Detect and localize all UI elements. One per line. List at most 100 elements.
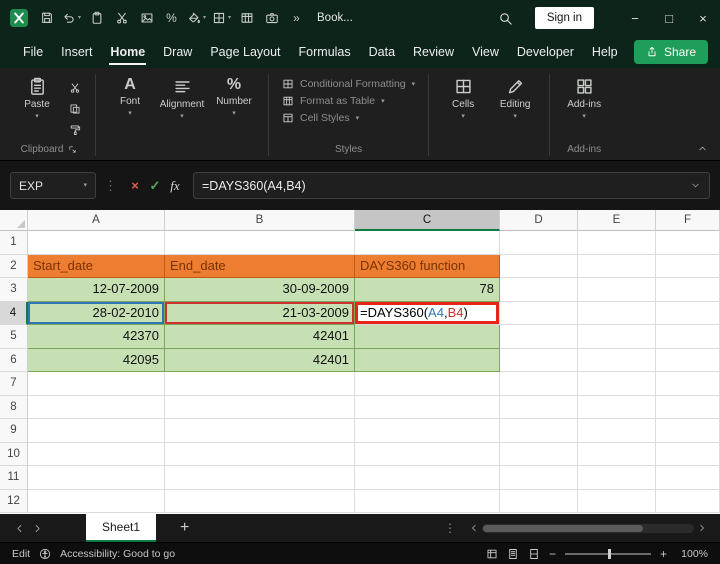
cell-F9[interactable] [656,419,720,443]
maximize-button[interactable]: □ [652,0,686,36]
cut-button[interactable] [64,79,86,96]
cell-A11[interactable] [28,466,165,490]
row-header-3[interactable]: 3 [0,278,28,302]
copy-button[interactable] [64,100,86,117]
conditional-formatting-button[interactable]: Conditional Formatting ▾ [278,76,419,92]
cell-A9[interactable] [28,419,165,443]
menu-tab-review[interactable]: Review [404,36,463,68]
cell-F2[interactable] [656,254,720,278]
cell-D8[interactable] [500,395,578,419]
cell-C7[interactable] [355,372,500,396]
cell-E2[interactable] [578,254,656,278]
column-header-E[interactable]: E [578,210,656,231]
name-box[interactable]: EXP ▾ [10,172,96,199]
cell-F8[interactable] [656,395,720,419]
name-box-dropdown-icon[interactable]: ▾ [83,182,87,189]
column-header-F[interactable]: F [656,210,720,231]
cell-D12[interactable] [500,489,578,513]
table-button[interactable] [234,5,259,31]
cell-F4[interactable] [656,301,720,325]
save-button[interactable] [34,5,59,31]
cell-F7[interactable] [656,372,720,396]
cell-styles-button[interactable]: Cell Styles ▾ [278,110,363,126]
zoom-out-button[interactable]: − [549,547,556,561]
row-header-12[interactable]: 12 [0,489,28,513]
cell-D4[interactable] [500,301,578,325]
row-header-2[interactable]: 2 [0,254,28,278]
ribbon-editing-button[interactable]: Editing ▾ [490,72,540,120]
expand-formula-bar-icon[interactable] [690,180,701,191]
cut-button[interactable] [109,5,134,31]
ribbon-add-ins-button[interactable]: Add-ins ▾ [559,72,609,120]
cell-D3[interactable] [500,278,578,302]
cell-C11[interactable] [355,466,500,490]
row-header-4[interactable]: 4 [0,301,28,325]
normal-view-icon[interactable] [486,548,498,560]
cell-E11[interactable] [578,466,656,490]
prev-sheet-icon[interactable] [10,523,28,534]
cell-B4[interactable]: 21-03-2009 [165,301,355,325]
cell-C1[interactable] [355,231,500,255]
cell-E1[interactable] [578,231,656,255]
cell-D6[interactable] [500,348,578,372]
cell-B7[interactable] [165,372,355,396]
cell-C10[interactable] [355,442,500,466]
row-header-8[interactable]: 8 [0,395,28,419]
minimize-button[interactable]: − [618,0,652,36]
row-header-7[interactable]: 7 [0,372,28,396]
insert-function-icon[interactable]: fx [165,178,185,194]
search-icon[interactable] [498,11,513,26]
scroll-right-icon[interactable] [694,523,710,533]
cell-C9[interactable] [355,419,500,443]
camera-button[interactable] [259,5,284,31]
row-header-11[interactable]: 11 [0,466,28,490]
cell-E4[interactable] [578,301,656,325]
cell-E8[interactable] [578,395,656,419]
cell-C8[interactable] [355,395,500,419]
cell-F3[interactable] [656,278,720,302]
cell-D2[interactable] [500,254,578,278]
tab-options-icon[interactable]: ⋮ [444,521,456,535]
paint-bucket-button[interactable]: ▾ [184,5,209,31]
menu-tab-draw[interactable]: Draw [154,36,201,68]
cell-B6[interactable]: 42401 [165,348,355,372]
page-break-view-icon[interactable] [528,548,540,560]
enter-icon[interactable]: ✓ [145,178,165,194]
format-as-table-button[interactable]: Format as Table ▾ [278,93,389,109]
cell-B10[interactable] [165,442,355,466]
cell-F12[interactable] [656,489,720,513]
formula-input[interactable]: =DAYS360(A4,B4) [193,172,710,199]
new-sheet-button[interactable]: + [180,520,189,536]
column-header-A[interactable]: A [28,210,165,231]
ribbon-paste-button[interactable]: Paste ▾ [12,72,62,120]
cell-B5[interactable]: 42401 [165,325,355,349]
close-button[interactable]: × [686,0,720,36]
cell-B12[interactable] [165,489,355,513]
next-sheet-icon[interactable] [28,523,46,534]
ribbon-number-button[interactable]: % Number ▾ [209,72,259,118]
cell-B11[interactable] [165,466,355,490]
format-painter-button[interactable] [64,121,86,138]
cell-B3[interactable]: 30-09-2009 [165,278,355,302]
cell-B1[interactable] [165,231,355,255]
cell-F10[interactable] [656,442,720,466]
cell-A4[interactable]: 28-02-2010 [28,301,165,325]
dialog-launcher-icon[interactable] [68,145,77,154]
cell-A3[interactable]: 12-07-2009 [28,278,165,302]
horizontal-scrollbar-thumb[interactable] [483,524,643,532]
menu-tab-data[interactable]: Data [360,36,404,68]
cell-B8[interactable] [165,395,355,419]
menu-tab-developer[interactable]: Developer [508,36,583,68]
accessibility-icon[interactable] [39,548,51,560]
cell-E12[interactable] [578,489,656,513]
select-all-button[interactable] [0,210,28,231]
page-layout-view-icon[interactable] [507,548,519,560]
zoom-level[interactable]: 100% [676,548,708,560]
undo-button[interactable]: ▾ [59,5,84,31]
cell-F5[interactable] [656,325,720,349]
cell-A1[interactable] [28,231,165,255]
cell-A7[interactable] [28,372,165,396]
picture-button[interactable] [134,5,159,31]
row-header-9[interactable]: 9 [0,419,28,443]
sign-in-button[interactable]: Sign in [534,7,594,29]
